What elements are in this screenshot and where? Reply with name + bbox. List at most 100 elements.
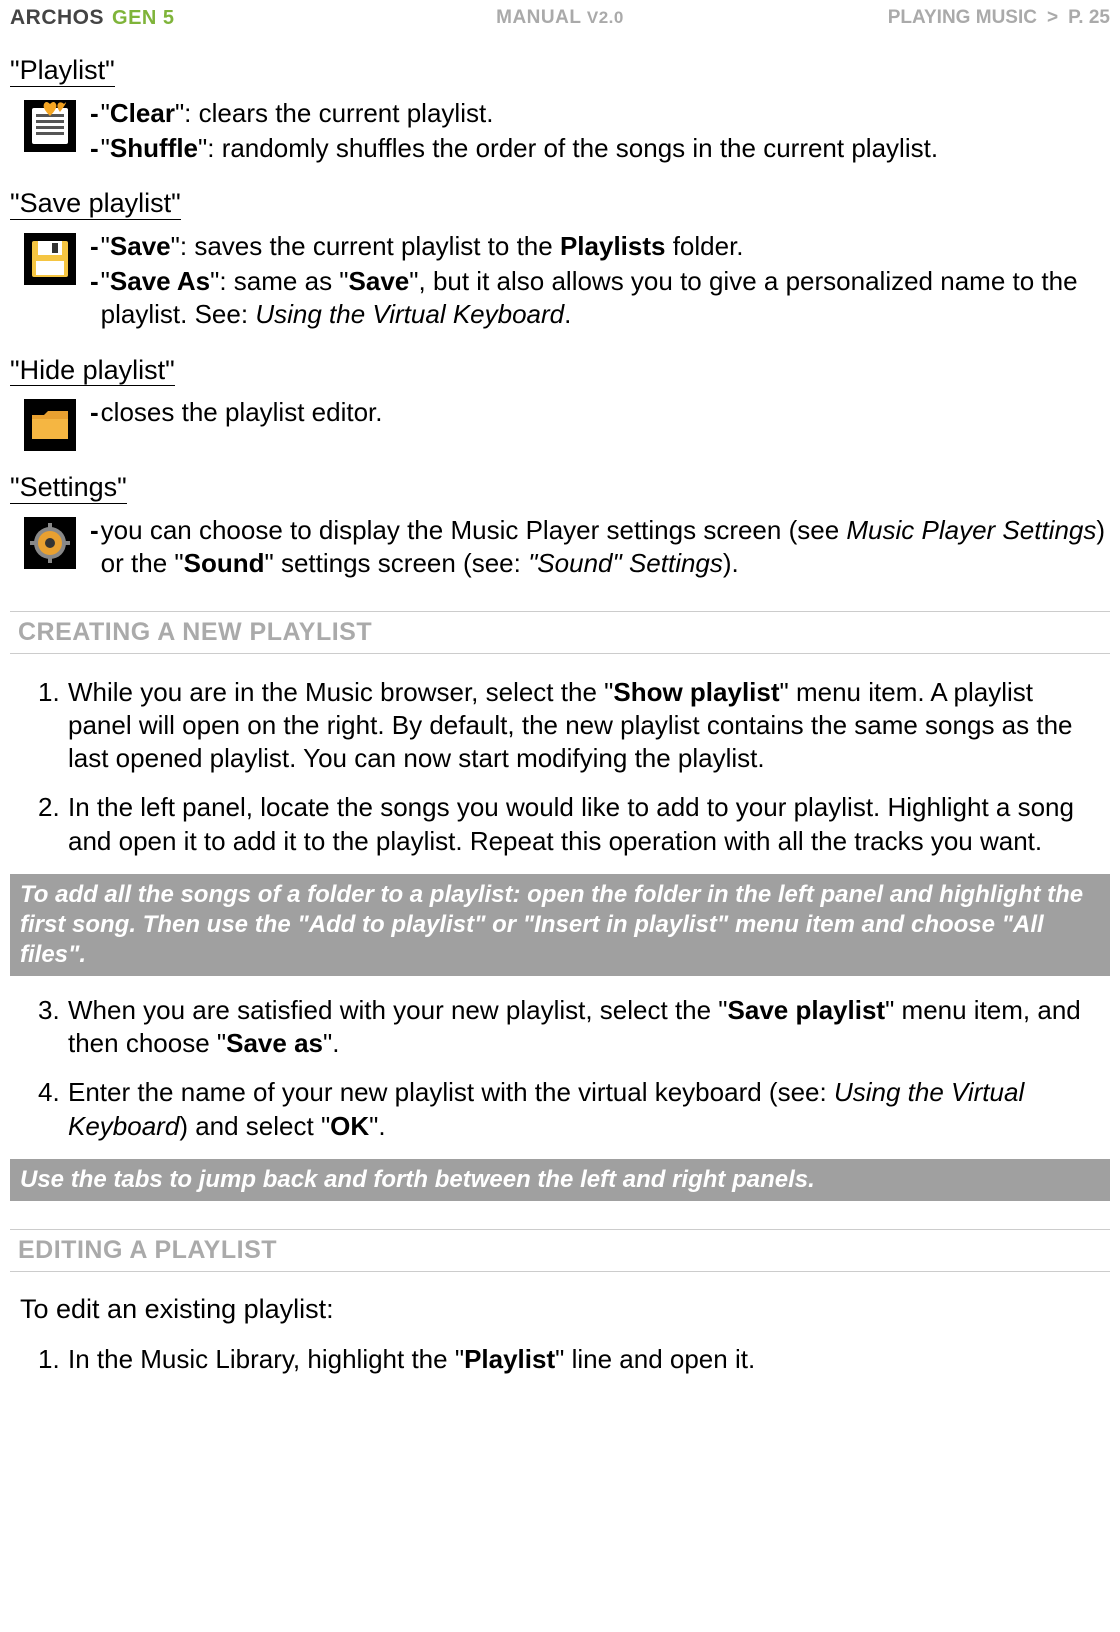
folder-icon [24,399,76,451]
bullet: - [90,97,99,130]
step-pre: When you are satisfied with your new pla… [68,995,728,1025]
list-item: - "Save As": same as "Save", but it also… [90,265,1110,332]
item-label: Shuffle [110,133,198,163]
item-desc-post: folder. [665,231,743,261]
menu-heading-playlist: "Playlist" [10,56,115,87]
step-number: 1. [38,676,62,776]
breadcrumb-section: PLAYING MUSIC [888,7,1037,29]
menu-items: - "Clear": clears the current playlist. … [90,97,1110,168]
bullet: - [90,514,99,581]
menu-heading-settings: "Settings" [10,473,127,504]
menu-block-playlist: - "Clear": clears the current playlist. … [10,97,1110,168]
item-desc-end: . [564,299,571,329]
section-title-creating: CREATING A NEW PLAYLIST [10,611,1110,654]
settings-pre: you can choose to display the Music Play… [101,515,847,545]
menu-items: - "Save": saves the current playlist to … [90,230,1110,334]
item-text: you can choose to display the Music Play… [101,514,1110,581]
step-bold: Save playlist [728,995,886,1025]
tip-box-add-all: To add all the songs of a folder to a pl… [10,874,1110,976]
step-bold: Show playlist [613,677,779,707]
step-number: 4. [38,1076,62,1143]
list-item: 4. Enter the name of your new playlist w… [38,1076,1100,1143]
settings-link1[interactable]: Music Player Settings [846,515,1096,545]
gen-label: GEN 5 [112,7,175,30]
editing-steps: 1. In the Music Library, highlight the "… [10,1343,1110,1376]
editing-intro: To edit an existing playlist: [10,1294,1110,1325]
creating-steps-2: 3. When you are satisfied with your new … [10,994,1110,1143]
menu-heading-save-playlist: "Save playlist" [10,189,181,220]
save-disk-icon [24,233,76,285]
menu-block-hide-playlist: - closes the playlist editor. [10,396,1110,451]
list-item: 1. In the Music Library, highlight the "… [38,1343,1100,1376]
step-text: Enter the name of your new playlist with… [68,1076,1100,1143]
step-mid: ) and select " [179,1111,330,1141]
item-inline-bold: Playlists [560,231,666,261]
bullet: - [90,132,99,165]
settings-end: ). [723,548,739,578]
gear-icon [24,517,76,569]
step-pre: Enter the name of your new playlist with… [68,1077,834,1107]
step-pre: In the Music Library, highlight the " [68,1344,464,1374]
list-item: - you can choose to display the Music Pl… [90,514,1110,581]
menu-items: - closes the playlist editor. [90,396,1110,431]
bullet: - [90,230,99,263]
item-desc-pre: ": same as " [210,266,348,296]
step-number: 1. [38,1343,62,1376]
creating-steps-1: 1. While you are in the Music browser, s… [10,676,1110,858]
list-item: - closes the playlist editor. [90,396,1110,429]
step-post2: ". [323,1028,339,1058]
settings-mid2: " settings screen (see: [265,548,529,578]
manual-title: MANUAL V2.0 [496,7,624,29]
step-text: In the Music Library, highlight the "Pla… [68,1343,1100,1376]
step-post: " line and open it. [555,1344,755,1374]
bullet: - [90,396,99,429]
section-title-editing: EDITING A PLAYLIST [10,1229,1110,1272]
step-bold: OK [330,1111,369,1141]
menu-block-settings: - you can choose to display the Music Pl… [10,514,1110,583]
bullet: - [90,265,99,332]
step-text: When you are satisfied with your new pla… [68,994,1100,1061]
item-text: "Clear": clears the current playlist. [101,97,1110,130]
step-number: 2. [38,791,62,858]
page-header: ARCHOS GEN 5 MANUAL V2.0 PLAYING MUSIC >… [0,0,1120,38]
list-item: - "Shuffle": randomly shuffles the order… [90,132,1110,165]
item-desc-pre: ": saves the current playlist to the [171,231,560,261]
step-bold2: Save as [226,1028,323,1058]
item-label: Save [110,231,171,261]
menu-items: - you can choose to display the Music Pl… [90,514,1110,583]
page-content: "Playlist" - "Clear": clears the current… [0,38,1120,1376]
list-item: - "Clear": clears the current playlist. [90,97,1110,130]
header-right: PLAYING MUSIC > P. 25 [888,7,1110,29]
item-label: Save As [110,266,210,296]
list-item: 3. When you are satisfied with your new … [38,994,1100,1061]
page-number: P. 25 [1068,7,1110,29]
list-item: 1. While you are in the Music browser, s… [38,676,1100,776]
header-left: ARCHOS GEN 5 [10,6,175,30]
manual-label: MANUAL [496,7,581,28]
item-text: "Save As": same as "Save", but it also a… [101,265,1110,332]
item-text: "Shuffle": randomly shuffles the order o… [101,132,1110,165]
item-text: closes the playlist editor. [101,396,1110,429]
item-desc: ": randomly shuffles the order of the so… [198,133,938,163]
manual-version: V2.0 [587,8,624,27]
menu-block-save-playlist: - "Save": saves the current playlist to … [10,230,1110,334]
menu-heading-hide-playlist: "Hide playlist" [10,356,175,387]
list-item: - "Save": saves the current playlist to … [90,230,1110,263]
item-link[interactable]: Using the Virtual Keyboard [255,299,564,329]
item-inline-bold: Save [349,266,410,296]
heart-list-icon [24,100,76,152]
tip-box-tabs: Use the tabs to jump back and forth betw… [10,1159,1110,1201]
step-pre: While you are in the Music browser, sele… [68,677,613,707]
breadcrumb-separator: > [1047,7,1058,29]
step-bold: Playlist [464,1344,555,1374]
step-text: In the left panel, locate the songs you … [68,791,1100,858]
brand-logo: ARCHOS [10,6,104,30]
step-number: 3. [38,994,62,1061]
item-text: "Save": saves the current playlist to th… [101,230,1110,263]
step-post: ". [369,1111,385,1141]
settings-bold: Sound [184,548,265,578]
step-text: While you are in the Music browser, sele… [68,676,1100,776]
item-label: Clear [110,98,175,128]
settings-link2[interactable]: "Sound" Settings [528,548,723,578]
item-desc: ": clears the current playlist. [175,98,493,128]
